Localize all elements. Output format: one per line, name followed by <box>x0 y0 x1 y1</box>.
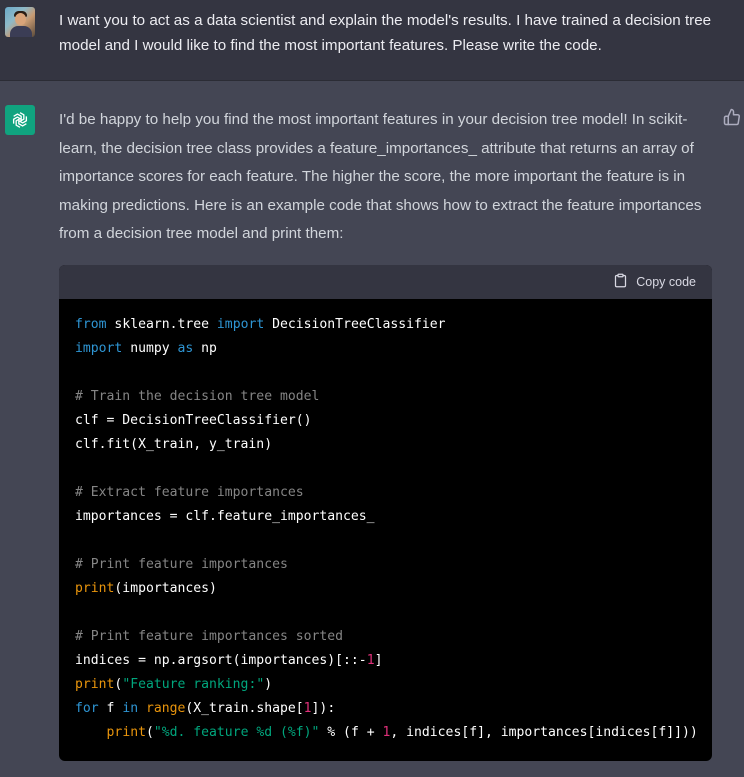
clipboard-icon <box>613 273 628 291</box>
user-avatar <box>5 7 35 37</box>
copy-code-label: Copy code <box>636 275 696 289</box>
openai-logo-icon <box>5 105 35 135</box>
code-line: print(importances) <box>75 581 217 596</box>
code-content: from sklearn.tree import DecisionTreeCla… <box>59 299 712 745</box>
user-message: I want you to act as a data scientist an… <box>0 0 744 81</box>
code-line: indices = np.argsort(importances)[::-1] <box>75 653 383 668</box>
code-line: print("Feature ranking:") <box>75 677 273 692</box>
code-line: # Extract feature importances <box>75 485 304 500</box>
code-line: # Train the decision tree model <box>75 389 320 404</box>
user-message-text: I want you to act as a data scientist an… <box>59 12 712 54</box>
code-line: from sklearn.tree import DecisionTreeCla… <box>75 317 446 332</box>
assistant-message-text: I'd be happy to help you find the most i… <box>59 111 702 243</box>
code-line: # Print feature importances sorted <box>75 629 344 644</box>
code-block: Copy code from sklearn.tree import Decis… <box>59 265 712 761</box>
code-line: clf = DecisionTreeClassifier() <box>75 413 312 428</box>
code-line: # Print feature importances <box>75 557 288 572</box>
code-line: importances = clf.feature_importances_ <box>75 509 375 524</box>
code-line: import numpy as np <box>75 341 217 356</box>
code-line: clf.fit(X_train, y_train) <box>75 437 273 452</box>
code-line: for f in range(X_train.shape[1]): <box>75 701 336 716</box>
copy-code-button[interactable]: Copy code <box>613 273 696 291</box>
code-line: print("%d. feature %d (%f)" % (f + 1, in… <box>106 725 698 740</box>
code-block-header: Copy code <box>59 265 712 299</box>
thumbs-up-icon[interactable] <box>723 108 741 126</box>
